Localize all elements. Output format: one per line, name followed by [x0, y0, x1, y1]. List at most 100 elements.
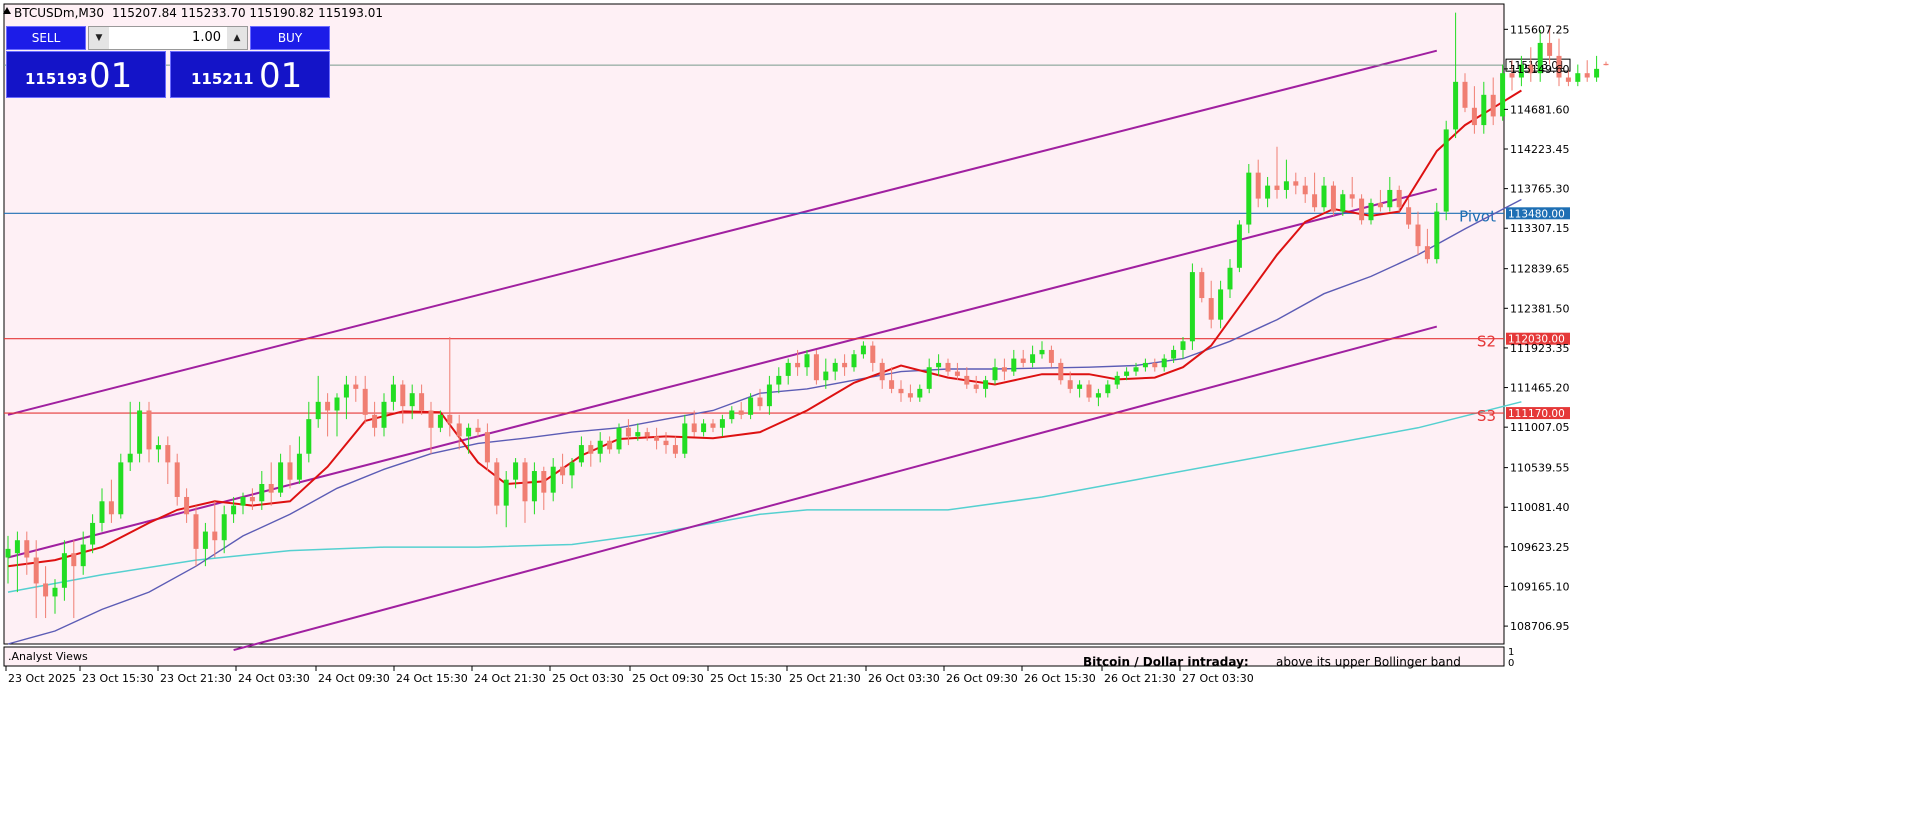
candle-body: [757, 397, 763, 407]
candle-body: [776, 375, 782, 385]
symbol-label: BTCUSDm,M30: [14, 6, 104, 20]
candle-body: [983, 380, 989, 389]
candle-body: [221, 514, 227, 541]
candle-body: [212, 531, 218, 541]
candle-body: [278, 462, 284, 493]
candle-body: [1603, 63, 1609, 66]
candle-body: [1340, 194, 1346, 212]
candle-body: [625, 427, 631, 437]
candle-body: [1105, 384, 1111, 394]
candle-body: [964, 375, 970, 385]
candle-body: [1387, 189, 1393, 208]
y-tick-label: 111923.35: [1510, 342, 1570, 355]
candle-body: [1114, 375, 1120, 385]
level-name-s2: S2: [1477, 333, 1496, 351]
candle-body: [240, 496, 246, 506]
x-tick-label: 24 Oct 15:30: [396, 672, 468, 685]
lot-increase-icon[interactable]: ▲: [227, 27, 247, 49]
lot-value: 1.00: [192, 30, 221, 45]
candle-body: [315, 401, 321, 420]
candle-body: [1396, 189, 1402, 208]
candle-body: [71, 553, 77, 567]
candle-body: [1453, 81, 1459, 130]
candle-body: [118, 462, 124, 515]
candle-body: [400, 384, 406, 407]
candle-body: [1265, 185, 1271, 199]
candle-body: [1302, 185, 1308, 195]
x-tick-label: 26 Oct 09:30: [946, 672, 1018, 685]
candle-body: [90, 522, 96, 545]
candle-body: [381, 401, 387, 428]
candle-body: [992, 367, 998, 381]
candle-body: [785, 362, 791, 376]
candle-body: [823, 371, 829, 381]
candle-body: [343, 384, 349, 398]
ask-price-main: 115211: [191, 70, 254, 88]
candle-body: [578, 445, 584, 463]
candle-body: [691, 423, 697, 433]
candle-body: [1020, 358, 1026, 363]
candle-body: [1293, 181, 1299, 186]
candle-body: [541, 471, 547, 493]
lot-input[interactable]: ▼ 1.00 ▲: [88, 26, 248, 50]
candle-body: [1424, 246, 1430, 260]
candle-body: [1434, 211, 1440, 260]
candle-body: [353, 384, 359, 389]
candle-body: [325, 401, 331, 411]
y-tick-label: 109623.25: [1510, 541, 1570, 554]
candle-body: [748, 397, 754, 415]
candle-body: [99, 501, 105, 523]
candle-body: [1283, 181, 1289, 190]
candle-body: [644, 432, 650, 437]
y-tick-label: 113765.30: [1510, 183, 1570, 196]
x-tick-label: 25 Oct 21:30: [789, 672, 861, 685]
candle-body: [860, 345, 866, 355]
candle-body: [494, 462, 500, 506]
candle-body: [437, 414, 443, 428]
candle-body: [1171, 349, 1177, 359]
candle-body: [1189, 272, 1195, 342]
candle-body: [1565, 77, 1571, 82]
sell-button[interactable]: SELL: [6, 26, 86, 50]
y-tick-label: 110539.55: [1510, 462, 1570, 475]
candle-body: [1359, 198, 1365, 221]
bid-price-box[interactable]: 115193 01: [6, 51, 166, 98]
buy-button[interactable]: BUY: [250, 26, 330, 50]
candle-body: [907, 393, 913, 398]
candle-body: [1077, 384, 1083, 389]
candle-body: [33, 557, 39, 584]
y-tick-label: 111007.05: [1510, 421, 1570, 434]
candle-body: [1180, 341, 1186, 350]
lot-decrease-icon[interactable]: ▼: [89, 27, 109, 49]
candle-body: [80, 544, 86, 567]
candle-body: [1208, 298, 1214, 320]
candle-body: [654, 436, 660, 441]
x-tick-label: 27 Oct 03:30: [1182, 672, 1254, 685]
ask-price-box[interactable]: 115211 01: [170, 51, 330, 98]
candle-body: [1199, 272, 1205, 299]
analyst-view-title: Bitcoin / Dollar intraday:: [1083, 655, 1249, 669]
candle-body: [513, 462, 519, 480]
candle-body: [268, 484, 274, 493]
candle-body: [1330, 185, 1336, 212]
ask-price-pips: 01: [259, 56, 303, 96]
y-tick-label: 110081.40: [1510, 501, 1570, 514]
candle-body: [569, 462, 575, 476]
candle-body: [1471, 107, 1477, 126]
candle-body: [372, 414, 378, 428]
candle-body: [1039, 349, 1045, 355]
candle-body: [870, 345, 876, 363]
candle-body: [889, 380, 895, 389]
candle-body: [466, 427, 472, 437]
candle-body: [108, 501, 114, 515]
candle-body: [738, 410, 744, 415]
candle-body: [1584, 73, 1590, 78]
y-tick-label: 114681.60: [1510, 103, 1570, 116]
candle-body: [701, 423, 707, 433]
candle-body: [1594, 68, 1600, 78]
candle-body: [672, 445, 678, 454]
candle-body: [24, 540, 30, 558]
candle-body: [795, 362, 801, 368]
y-tick-label: 111465.20: [1510, 382, 1570, 395]
x-tick-label: 25 Oct 15:30: [710, 672, 782, 685]
